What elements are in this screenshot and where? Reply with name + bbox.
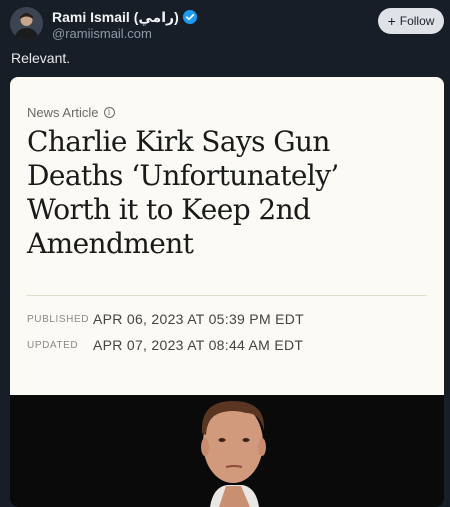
article-headline[interactable]: Charlie Kirk Says Gun Deaths ‘Unfortunat… [27,125,427,261]
article-kicker: News Article i [27,105,115,120]
published-date: APR 06, 2023 AT 05:39 PM EDT [93,311,304,327]
divider [27,295,427,296]
person-avatar-icon [10,7,43,40]
updated-date: APR 07, 2023 AT 08:44 AM EDT [93,337,304,353]
author-handle[interactable]: @ramiismail.com [52,26,152,41]
updated-row: UPDATED APR 07, 2023 AT 08:44 AM EDT [27,337,303,353]
verified-badge-icon [182,10,197,24]
article-kicker-label: News Article [27,105,99,120]
info-icon[interactable]: i [103,107,115,118]
follow-button[interactable]: + Follow [378,8,444,34]
author-name[interactable]: Rami Ismail (رامي) [52,9,179,26]
avatar[interactable] [10,7,43,40]
author-name-row[interactable]: Rami Ismail (رامي) [52,8,197,26]
post-header: Rami Ismail (رامي) @ramiismail.com + Fol… [0,0,450,46]
article-embed-card[interactable]: News Article i Charlie Kirk Says Gun Dea… [10,77,444,507]
plus-icon: + [387,13,396,29]
article-photo[interactable] [10,395,444,507]
article-photo-icon [10,395,444,507]
follow-button-label: Follow [399,14,435,28]
published-row: PUBLISHED APR 06, 2023 AT 05:39 PM EDT [27,311,304,327]
post-text: Relevant. [11,50,71,66]
updated-label: UPDATED [27,339,79,351]
published-label: PUBLISHED [27,313,90,325]
